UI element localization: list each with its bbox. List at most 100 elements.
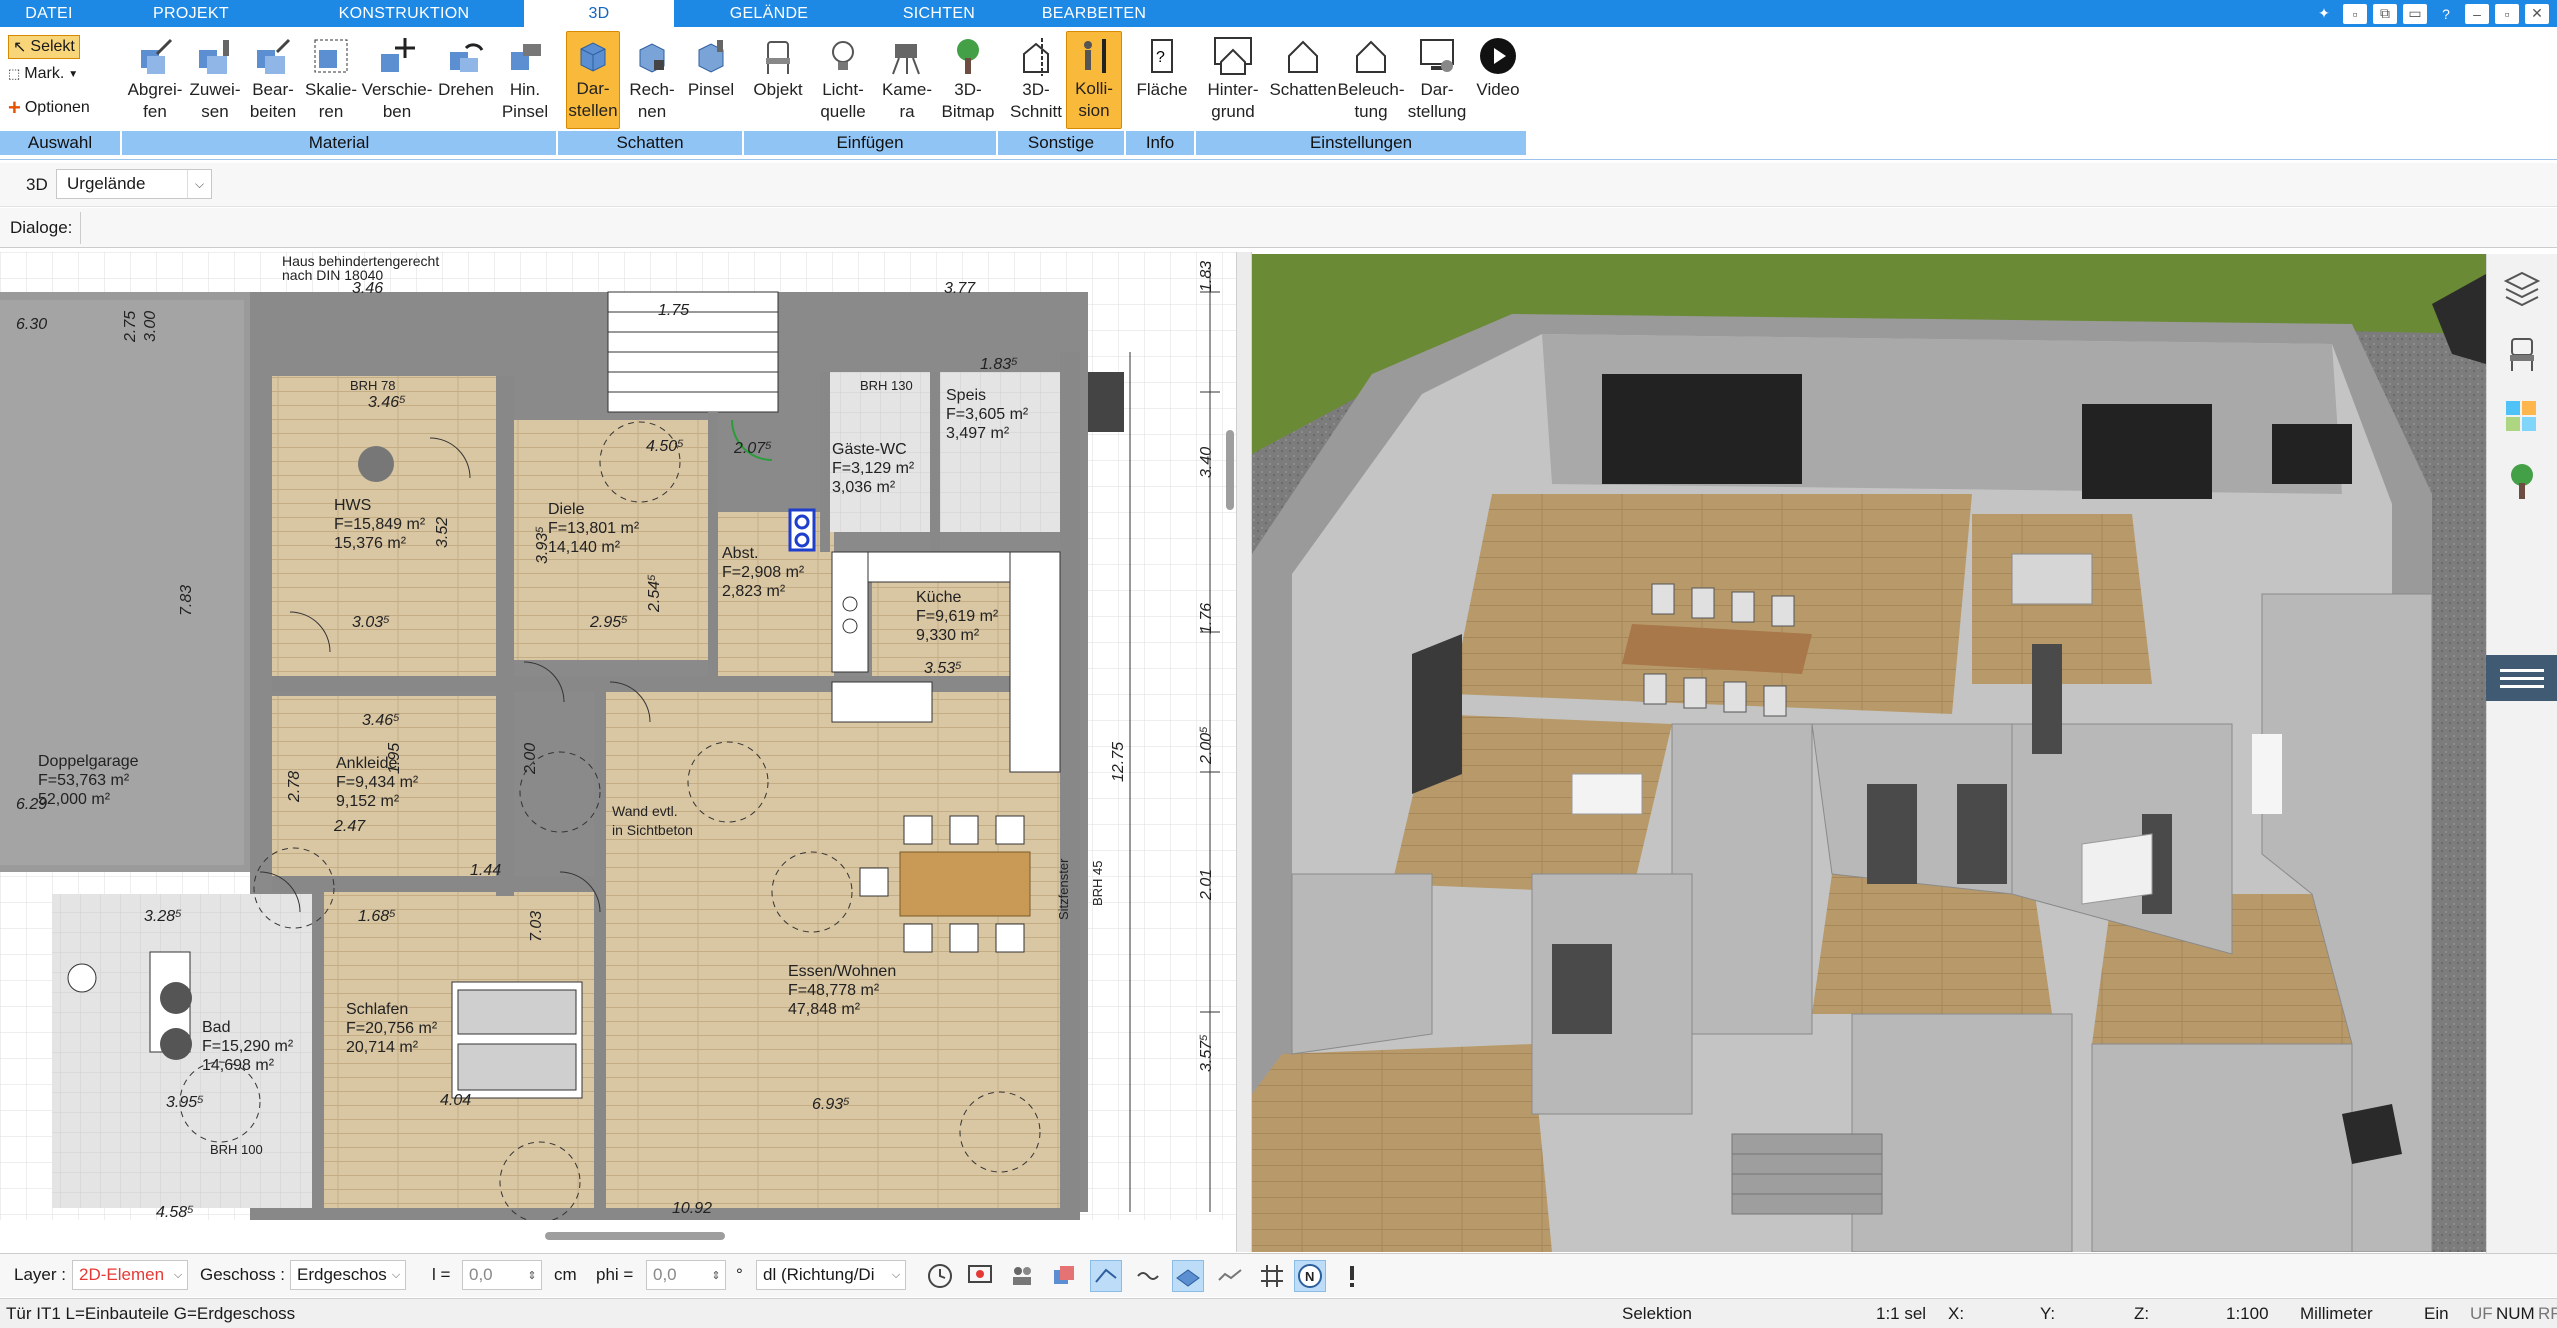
maximize-icon[interactable]: ▫ xyxy=(2495,3,2519,24)
status-flag-num: NUM xyxy=(2496,1304,2535,1323)
edit-material-icon xyxy=(250,33,296,79)
brush-icon xyxy=(192,33,238,79)
monitor-icon[interactable] xyxy=(964,1260,996,1292)
layers-icon[interactable] xyxy=(2499,266,2545,312)
beleuchtung-button[interactable]: Beleuch-tung xyxy=(1336,33,1406,123)
dimension: 4.58⁵ xyxy=(156,1204,194,1220)
skalieren-button[interactable]: Skalie-ren xyxy=(302,33,360,123)
terrain-icon[interactable] xyxy=(1214,1260,1246,1292)
tab-gelaende[interactable]: GELÄNDE xyxy=(674,0,864,27)
phi-input[interactable]: 0,0 ⇕ xyxy=(646,1260,726,1290)
wave-icon[interactable] xyxy=(1132,1260,1164,1292)
group-einfuegen: Einfügen xyxy=(744,131,998,155)
tab-sichten[interactable]: SICHTEN xyxy=(864,0,1014,27)
tab-konstruktion[interactable]: KONSTRUKTION xyxy=(284,0,524,27)
house-bg-icon xyxy=(1210,33,1256,79)
clock-icon[interactable] xyxy=(924,1260,956,1292)
status-flag-uf: UF xyxy=(2470,1304,2493,1323)
tree-icon[interactable] xyxy=(2499,458,2545,504)
arrow-select-icon: ↖ xyxy=(13,39,27,56)
help-icon[interactable]: ? xyxy=(2433,3,2459,25)
dimension: 3.53⁵ xyxy=(924,660,962,677)
3d-render xyxy=(1252,254,2486,1252)
terrain-select[interactable]: Urgelände ⌵ xyxy=(56,169,212,199)
3d-view[interactable] xyxy=(1252,254,2486,1252)
dimension: 1.83⁵ xyxy=(980,356,1018,373)
plan-vertical-scrollbar[interactable] xyxy=(1226,430,1234,510)
cube-shadow-icon xyxy=(570,32,616,78)
group-schatten: Schatten xyxy=(558,131,744,155)
people-icon[interactable] xyxy=(1006,1260,1038,1292)
lichtquelle-button[interactable]: Licht-quelle xyxy=(810,33,876,123)
hamburger-icon[interactable] xyxy=(2486,655,2557,701)
stack-icon[interactable] xyxy=(1048,1260,1080,1292)
abgreifen-button[interactable]: Abgrei-fen xyxy=(124,33,186,123)
dimension: 3.46⁵ xyxy=(362,712,400,729)
schatten-pinsel-button[interactable]: Pinsel xyxy=(684,33,738,101)
darstellung-button[interactable]: Dar-stellung xyxy=(1406,33,1468,123)
schnitt-button[interactable]: 3D- Schnitt xyxy=(1006,33,1066,123)
plan-horizontal-scrollbar[interactable] xyxy=(545,1232,725,1240)
einst-schatten-button[interactable]: Schatten xyxy=(1266,33,1340,101)
rechnen-button[interactable]: Rech-nen xyxy=(622,33,682,123)
restore-small-icon[interactable]: ⧉ xyxy=(2373,3,2397,24)
kamera-button[interactable]: Kame-ra xyxy=(876,33,938,123)
tab-projekt[interactable]: PROJEKT xyxy=(98,0,284,27)
north-icon[interactable]: N xyxy=(1294,1260,1326,1292)
kollision-button[interactable]: Kolli-sion xyxy=(1066,31,1122,129)
bitmap-button[interactable]: 3D- Bitmap xyxy=(938,33,998,123)
drehen-button[interactable]: Drehen xyxy=(434,33,498,101)
mark-button[interactable]: ⬚ Mark. ▼ xyxy=(8,65,78,83)
view-splitter[interactable] xyxy=(1236,252,1252,1252)
tree-icon xyxy=(945,33,991,79)
darstellen-button[interactable]: Dar-stellen xyxy=(566,31,620,129)
dimension: 2.78 xyxy=(286,770,303,802)
geschoss-select[interactable]: Erdgeschos ⌵ xyxy=(290,1260,406,1290)
video-button[interactable]: Video xyxy=(1468,33,1528,101)
line-tool-icon[interactable] xyxy=(1090,1260,1122,1292)
chevron-down-icon: ⌵ xyxy=(187,170,211,198)
optionen-button[interactable]: + Optionen xyxy=(8,95,90,121)
floor-plan-view[interactable]: Haus behindertengerecht nach DIN 18040 H… xyxy=(0,252,1236,1220)
more-icon[interactable] xyxy=(1336,1260,1368,1292)
phi-unit: ° xyxy=(736,1265,743,1284)
grid-icon[interactable] xyxy=(1256,1260,1288,1292)
side-panel xyxy=(2486,254,2557,1254)
brh-note: BRH 100 xyxy=(210,1142,263,1157)
color-swatch-icon[interactable] xyxy=(2499,394,2545,440)
plane-icon[interactable] xyxy=(1172,1260,1204,1292)
selekt-button[interactable]: ↖ Selekt xyxy=(8,35,80,59)
tools-icon[interactable]: ✦ xyxy=(2311,3,2337,25)
floor-plan-drawing xyxy=(0,252,1236,1220)
objekt-button[interactable]: Objekt xyxy=(748,33,808,101)
move-icon xyxy=(374,33,420,79)
dialog-row: Dialoge: xyxy=(0,208,2557,248)
zuweisen-button[interactable]: Zuwei-sen xyxy=(186,33,244,123)
bearbeiten-button[interactable]: Bear-beiten xyxy=(244,33,302,123)
layout-icon[interactable]: ▭ xyxy=(2403,3,2427,24)
verschieben-button[interactable]: Verschie-ben xyxy=(360,33,434,123)
chair-icon[interactable] xyxy=(2499,330,2545,376)
direction-select[interactable]: dl (Richtung/Di ⌵ xyxy=(756,1260,906,1290)
tab-3d[interactable]: 3D xyxy=(524,0,674,27)
dimension: 10.92 xyxy=(672,1200,713,1217)
monitor-icon xyxy=(1414,33,1460,79)
pinsel-icon xyxy=(502,33,548,79)
dimension: 1.75 xyxy=(658,302,690,319)
ribbon: ↖ Selekt ⬚ Mark. ▼ + Optionen Abgrei-fen Zuw… xyxy=(0,27,2557,160)
close-icon[interactable]: ✕ xyxy=(2525,3,2549,24)
layer-select[interactable]: 2D-Elemen ⌵ xyxy=(72,1260,188,1290)
tab-datei[interactable]: DATEI xyxy=(0,0,98,27)
flaeche-button[interactable]: ? Fläche xyxy=(1134,33,1190,101)
hintergrund-button[interactable]: Hinter-grund xyxy=(1200,33,1266,123)
minimize-icon[interactable]: – xyxy=(2465,3,2489,24)
length-input[interactable]: 0,0 ⇕ xyxy=(462,1260,542,1290)
tab-bearbeiten[interactable]: BEARBEITEN xyxy=(1014,0,1174,27)
mode-label: 3D xyxy=(26,175,48,194)
chevron-down-icon: ⌵ xyxy=(891,1268,901,1281)
group-sonstige: Sonstige xyxy=(998,131,1126,155)
ribbon-group-bar: Auswahl Material Schatten Einfügen Sonst… xyxy=(0,131,1528,155)
dimension: 3.46⁵ xyxy=(368,394,406,411)
window-icon[interactable]: ▫ xyxy=(2343,3,2367,24)
hin-pinsel-button[interactable]: Hin. Pinsel xyxy=(498,33,552,123)
